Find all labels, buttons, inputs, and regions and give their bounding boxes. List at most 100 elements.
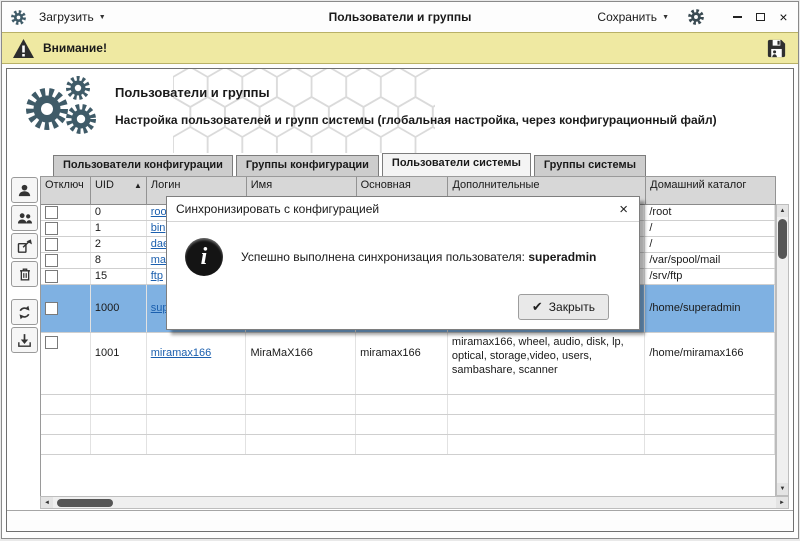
vertical-scroll-thumb[interactable] [778, 219, 787, 259]
chevron-down-icon: ▼ [662, 14, 669, 21]
page-subtitle: Настройка пользователей и групп системы … [115, 113, 755, 127]
cell-disabled [41, 253, 91, 268]
dialog-message-highlight: superadmin [528, 250, 596, 264]
cell-uid: 1001 [91, 333, 147, 394]
cell-home-dir: / [645, 221, 775, 236]
export-button[interactable] [11, 233, 38, 259]
cell-disabled [41, 333, 91, 394]
login-link[interactable]: miramax166 [151, 347, 212, 361]
cell-disabled [41, 221, 91, 236]
info-icon: i [185, 238, 223, 276]
floppy-icon [765, 37, 788, 60]
refresh-button[interactable] [11, 299, 38, 325]
tab-config-groups[interactable]: Группы конфигурации [236, 155, 379, 176]
download-icon [16, 332, 33, 349]
table-row[interactable]: 1001 miramax166 MiraMaX166 miramax166 mi… [41, 333, 775, 395]
horizontal-scroll-thumb[interactable] [57, 499, 113, 507]
login-link[interactable]: bin [151, 222, 166, 236]
users-icon [16, 210, 34, 227]
load-menu-label: Загрузить [39, 10, 94, 24]
dialog-title: Синхронизировать с конфигурацией [176, 202, 379, 216]
settings-gear-button[interactable] [681, 5, 711, 29]
cell-disabled [41, 205, 91, 220]
dialog-close-icon[interactable]: × [617, 202, 630, 217]
warning-bar: Внимание! [2, 32, 798, 64]
save-menu-button[interactable]: Сохранить ▼ [591, 7, 675, 27]
cell-login: miramax166 [147, 333, 247, 394]
row-disabled-checkbox[interactable] [45, 254, 58, 267]
warning-text: Внимание! [43, 41, 107, 55]
warning-icon [12, 38, 35, 59]
user-groups-button[interactable] [11, 205, 38, 231]
gears-logo-icon [21, 75, 101, 139]
cell-uid: 1 [91, 221, 147, 236]
dialog-close-button[interactable]: ✔ Закрыть [518, 294, 609, 320]
cell-uid: 2 [91, 237, 147, 252]
dialog-titlebar: Синхронизировать с конфигурацией × [167, 197, 639, 222]
column-header-uid[interactable]: UID ▲ [91, 177, 147, 205]
load-menu-button[interactable]: Загрузить ▼ [33, 7, 112, 27]
minimize-button[interactable] [731, 11, 744, 24]
close-button[interactable]: × [777, 11, 790, 24]
scroll-up-button[interactable]: ▲ [777, 205, 788, 217]
cell-home-dir: / [645, 237, 775, 252]
row-disabled-checkbox[interactable] [45, 302, 58, 315]
page-title: Пользователи и группы [115, 85, 270, 100]
delete-button[interactable] [11, 261, 38, 287]
cell-additional-groups: miramax166, wheel, audio, disk, lp, opti… [448, 333, 645, 394]
sort-ascending-icon: ▲ [134, 181, 142, 190]
user-icon [16, 182, 33, 199]
side-toolbar [11, 177, 39, 353]
save-config-button[interactable] [765, 37, 788, 60]
column-header-home-dir[interactable]: Домашний каталог [646, 177, 776, 205]
tab-bar: Пользователи конфигурации Группы конфигу… [53, 153, 646, 176]
empty-row [41, 395, 775, 415]
scroll-left-button[interactable]: ◄ [41, 497, 53, 508]
sync-dialog: Синхронизировать с конфигурацией × i Усп… [166, 196, 640, 330]
app-window: Загрузить ▼ Пользователи и группы Сохран… [1, 1, 799, 539]
page-header: Пользователи и группы Настройка пользова… [7, 69, 793, 153]
cell-disabled [41, 269, 91, 284]
empty-row [41, 415, 775, 435]
row-disabled-checkbox[interactable] [45, 206, 58, 219]
column-header-disabled[interactable]: Отключ [41, 177, 91, 205]
tab-system-users[interactable]: Пользователи системы [382, 153, 531, 176]
dialog-message: Успешно выполнена синхронизация пользова… [241, 250, 596, 264]
horizontal-scrollbar[interactable]: ◄ ► [40, 496, 789, 509]
cell-home-dir: /home/miramax166 [645, 333, 775, 394]
cell-uid: 0 [91, 205, 147, 220]
hexagon-pattern [173, 69, 435, 153]
cell-name: MiraMaX166 [246, 333, 356, 394]
refresh-icon [16, 304, 33, 321]
status-bar [7, 510, 793, 531]
save-menu-label: Сохранить [597, 10, 657, 24]
download-button[interactable] [11, 327, 38, 353]
app-gear-icon [10, 9, 27, 26]
chevron-down-icon: ▼ [99, 14, 106, 21]
dialog-close-button-label: Закрыть [549, 300, 595, 314]
login-link[interactable]: ftp [151, 270, 163, 284]
cell-disabled [41, 237, 91, 252]
titlebar: Загрузить ▼ Пользователи и группы Сохран… [2, 2, 798, 32]
cell-uid: 15 [91, 269, 147, 284]
user-account-button[interactable] [11, 177, 38, 203]
tab-system-groups[interactable]: Группы системы [534, 155, 646, 176]
row-disabled-checkbox[interactable] [45, 336, 58, 349]
trash-icon [17, 266, 33, 283]
cell-uid: 8 [91, 253, 147, 268]
dialog-body: i Успешно выполнена синхронизация пользо… [167, 222, 639, 276]
cell-uid: 1000 [91, 285, 147, 332]
vertical-scrollbar[interactable]: ▲ ▼ [776, 204, 789, 496]
cell-disabled [41, 285, 91, 332]
check-icon: ✔ [532, 299, 543, 315]
row-disabled-checkbox[interactable] [45, 238, 58, 251]
gear-icon [687, 8, 705, 26]
row-disabled-checkbox[interactable] [45, 222, 58, 235]
scroll-down-button[interactable]: ▼ [777, 483, 788, 495]
cell-home-dir: /root [645, 205, 775, 220]
export-icon [16, 238, 33, 255]
maximize-button[interactable] [754, 11, 767, 24]
scroll-right-button[interactable]: ► [776, 497, 788, 508]
row-disabled-checkbox[interactable] [45, 270, 58, 283]
tab-config-users[interactable]: Пользователи конфигурации [53, 155, 233, 176]
